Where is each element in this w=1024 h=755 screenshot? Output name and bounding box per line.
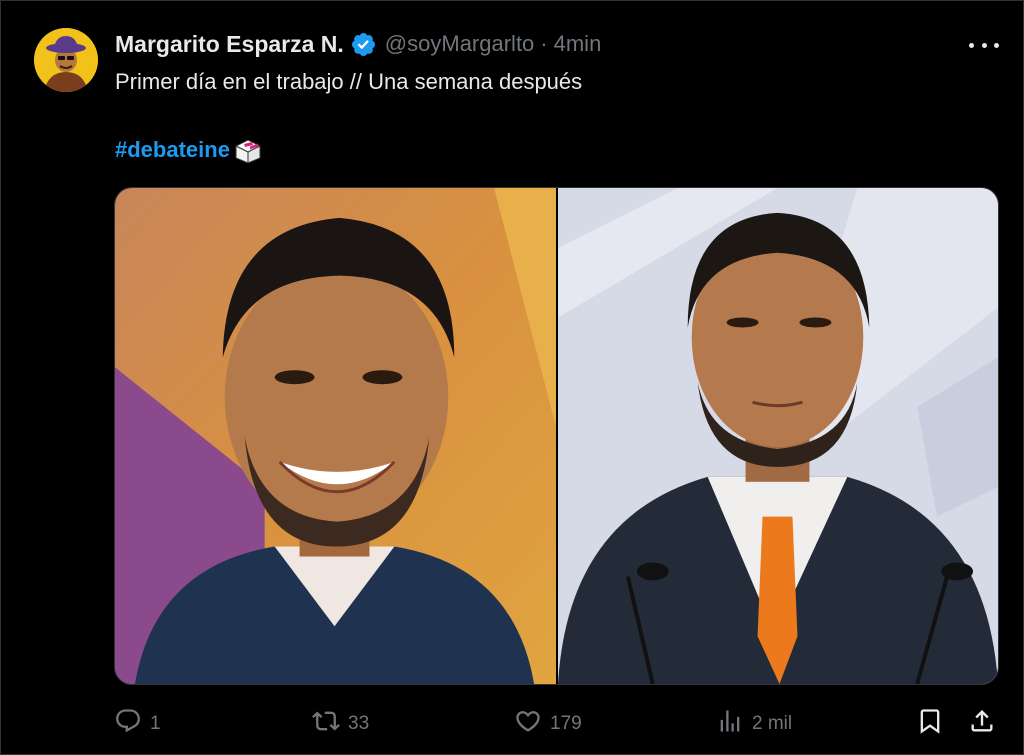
action-bar: 1 33 179 2 mil — [114, 707, 999, 741]
retweet-count: 33 — [348, 713, 370, 734]
verified-icon — [350, 31, 377, 58]
views-count: 2 mil — [752, 713, 793, 734]
reply-button[interactable]: 1 — [114, 707, 161, 741]
avatar[interactable] — [34, 28, 98, 92]
author-handle[interactable]: @soyMargarlto — [385, 31, 535, 57]
retweet-button[interactable]: 33 — [312, 707, 369, 741]
reply-icon — [114, 707, 142, 741]
author-name[interactable]: Margarito Esparza N. — [115, 31, 344, 58]
like-button[interactable]: 179 — [514, 707, 582, 741]
like-icon — [514, 707, 542, 741]
tweet-header: Margarito Esparza N. @soyMargarlto · 4mi… — [115, 29, 601, 59]
bookmark-button[interactable] — [916, 707, 944, 741]
timestamp[interactable]: 4min — [554, 31, 602, 57]
media-grid[interactable] — [114, 187, 999, 685]
share-button[interactable] — [968, 707, 996, 741]
reply-count: 1 — [150, 713, 161, 734]
views-icon — [716, 707, 744, 741]
left-photo[interactable] — [115, 188, 556, 684]
ballot-box-icon — [232, 136, 264, 164]
hashtag-link[interactable]: #debateine — [115, 137, 230, 163]
hashtag-line: #debateine — [115, 135, 264, 165]
retweet-icon — [312, 707, 340, 741]
views-button[interactable]: 2 mil — [716, 707, 792, 741]
tweet-text: Primer día en el trabajo // Una semana d… — [115, 69, 583, 94]
separator-dot: · — [540, 31, 548, 56]
right-photo[interactable] — [558, 188, 998, 684]
more-icon[interactable] — [969, 33, 999, 57]
share-icon — [968, 707, 996, 741]
like-count: 179 — [550, 713, 582, 734]
bookmark-icon — [916, 707, 944, 741]
tweet-card[interactable]: Margarito Esparza N. @soyMargarlto · 4mi… — [0, 0, 1024, 755]
